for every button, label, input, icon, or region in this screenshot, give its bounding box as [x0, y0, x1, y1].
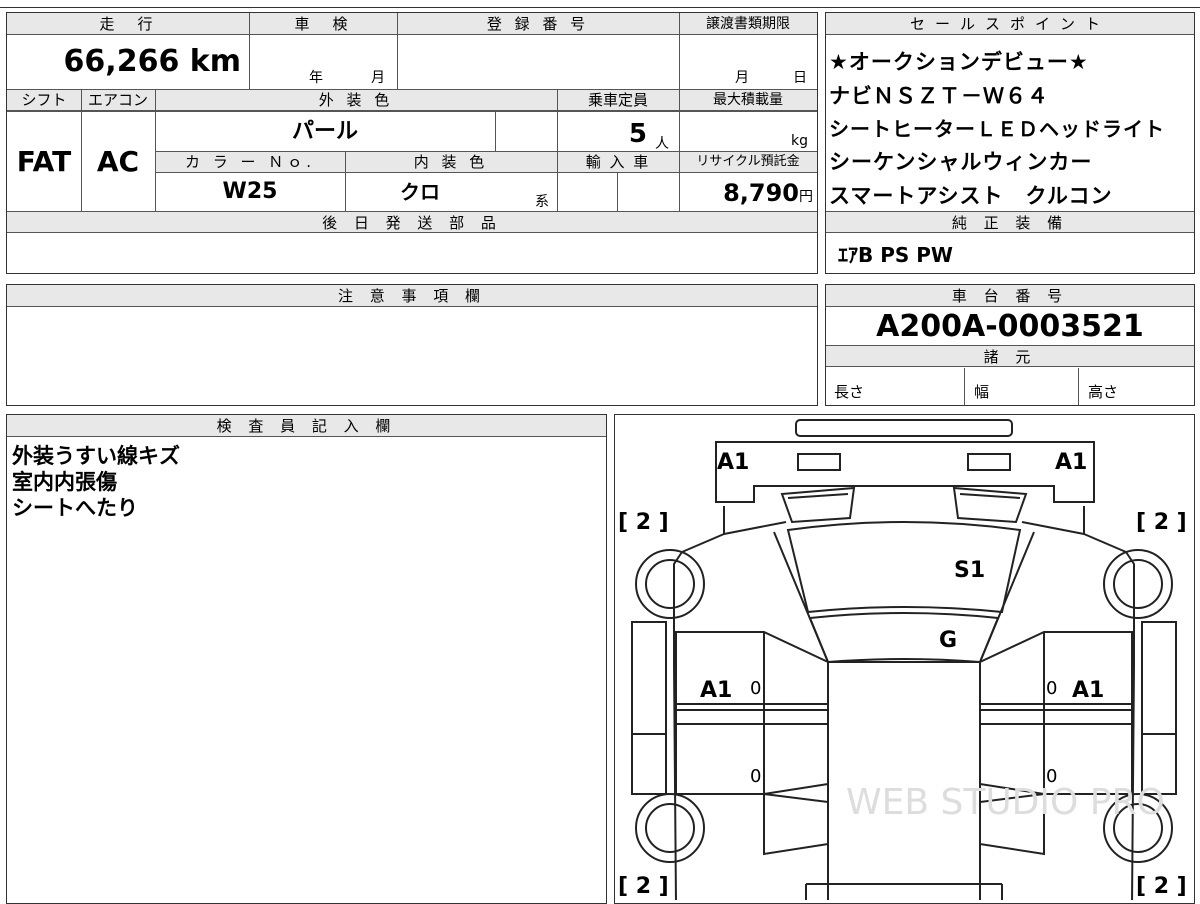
- interior-color-value: クロ: [400, 180, 440, 204]
- chassis-header: 車 台 番 号: [826, 285, 1194, 307]
- damage-label-front-left: A1: [717, 450, 750, 475]
- interior-color-suffix: 系: [535, 194, 549, 210]
- left-rear-quarter: [763, 792, 829, 856]
- transfer-day-unit: 日: [793, 70, 807, 86]
- standard-equipment-value: ｴｱB PS PW: [838, 243, 953, 267]
- sales-point-line: ナビＮＳＺＴ－Ｗ６４: [829, 84, 1049, 108]
- max-load-header: 最大積載量: [713, 92, 783, 108]
- exterior-color-header: 外 装 色: [318, 91, 394, 109]
- front-bumper-outline: [795, 419, 1013, 437]
- sales-points-header: セールスポイント: [826, 13, 1194, 35]
- damage-label-windshield: G: [939, 628, 958, 653]
- length-label: 長さ: [834, 383, 865, 401]
- sales-point-line: シーケンシャルウィンカー: [829, 150, 1093, 174]
- chassis-panel: 車 台 番 号 A200A-0003521 諸 元 長さ 幅 高さ: [825, 284, 1195, 406]
- mileage-unit: km: [189, 44, 241, 79]
- inspection-month-unit: 月: [371, 70, 385, 86]
- ac-value: AC: [96, 145, 140, 178]
- height-label: 高さ: [1088, 383, 1119, 401]
- tire-label-front-left: [ 2 ]: [618, 510, 669, 535]
- recycle-fee-number: 8,790: [723, 179, 799, 207]
- top-clipped-strip: [0, 0, 1200, 8]
- transfer-month-unit: 月: [735, 70, 749, 86]
- tire-label-rear-right: [ 2 ]: [1136, 874, 1187, 899]
- mileage-header: 走 行: [99, 15, 157, 33]
- notes-header: 注 意 事 項 欄: [7, 285, 817, 307]
- car-diagram: WEB STUDIO PRO: [631, 419, 1177, 900]
- standard-equipment-header: 純 正 装 備: [826, 211, 1194, 233]
- front-panel-outline: [715, 441, 1095, 503]
- damage-label-door-left: A1: [700, 678, 733, 703]
- sales-point-line: ★オークションデビュー★: [829, 50, 1089, 74]
- capacity-unit: 人: [655, 136, 669, 152]
- import-header: 輸 入 車: [585, 153, 651, 171]
- color-no-header: カ ラ ー Ｎｏ.: [184, 153, 316, 171]
- shift-value: FAT: [16, 145, 72, 178]
- exterior-color-value: パール: [291, 119, 358, 144]
- damage-label-door-right: A1: [1072, 678, 1105, 703]
- damage-label-hood: S1: [954, 558, 986, 583]
- recycle-fee-unit: 円: [799, 189, 813, 205]
- left-headlight-outline: [780, 486, 856, 524]
- inspection-header: 車 検: [294, 15, 352, 33]
- registration-header: 登 録 番 号: [486, 15, 590, 33]
- interior-color-header: 内 装 色: [413, 153, 489, 171]
- mileage-number: 66,266: [63, 44, 180, 79]
- windshield-outline: [808, 612, 1000, 664]
- zero-mark: 0: [750, 678, 762, 699]
- inspector-note: シートへたり: [12, 496, 138, 520]
- mileage-value: 66,266 km: [7, 37, 249, 87]
- inspection-year-unit: 年: [309, 70, 323, 86]
- later-parts-header: 後 日 発 送 部 品: [7, 211, 817, 233]
- zero-mark: 0: [1046, 766, 1058, 787]
- watermark: WEB STUDIO PRO: [846, 782, 1165, 823]
- damage-label-front-right: A1: [1055, 450, 1088, 475]
- capacity-value: 5: [628, 119, 647, 149]
- specs-header: 諸 元: [826, 345, 1194, 367]
- notes-panel: 注 意 事 項 欄: [6, 284, 818, 406]
- capacity-header: 乗車定員: [587, 91, 648, 109]
- hood-outline: [786, 521, 1022, 614]
- recycle-fee-value: 8,790円: [679, 173, 817, 211]
- shift-header: シフト: [21, 91, 67, 109]
- left-light-outline: [797, 453, 841, 471]
- zero-mark: 0: [1046, 678, 1058, 699]
- roof-outline: [827, 661, 981, 900]
- right-side-strip: [1141, 621, 1177, 735]
- max-load-unit: kg: [791, 133, 808, 149]
- tire-label-rear-left: [ 2 ]: [618, 874, 669, 899]
- sales-point-line: スマートアシスト クルコン: [829, 184, 1113, 208]
- chassis-number: A200A-0003521: [876, 309, 1144, 344]
- right-headlight-outline: [952, 486, 1028, 524]
- ac-header: エアコン: [87, 91, 148, 109]
- zero-mark: 0: [750, 766, 762, 787]
- sales-point-line: シートヒーターＬＥＤヘッドライト: [829, 117, 1165, 141]
- vehicle-info-table: 走 行 車 検 登 録 番 号 譲渡書類期限 66,266 km 年 月 月 日…: [6, 12, 818, 274]
- color-no-value: W25: [222, 179, 278, 204]
- tire-label-front-right: [ 2 ]: [1136, 510, 1187, 535]
- width-label: 幅: [974, 383, 990, 401]
- recycle-header: リサイクル預託金: [696, 154, 800, 169]
- inspector-header: 検 査 員 記 入 欄: [7, 415, 606, 437]
- transfer-header: 譲渡書類期限: [706, 16, 790, 32]
- left-side-strip: [631, 621, 667, 735]
- right-light-outline: [967, 453, 1011, 471]
